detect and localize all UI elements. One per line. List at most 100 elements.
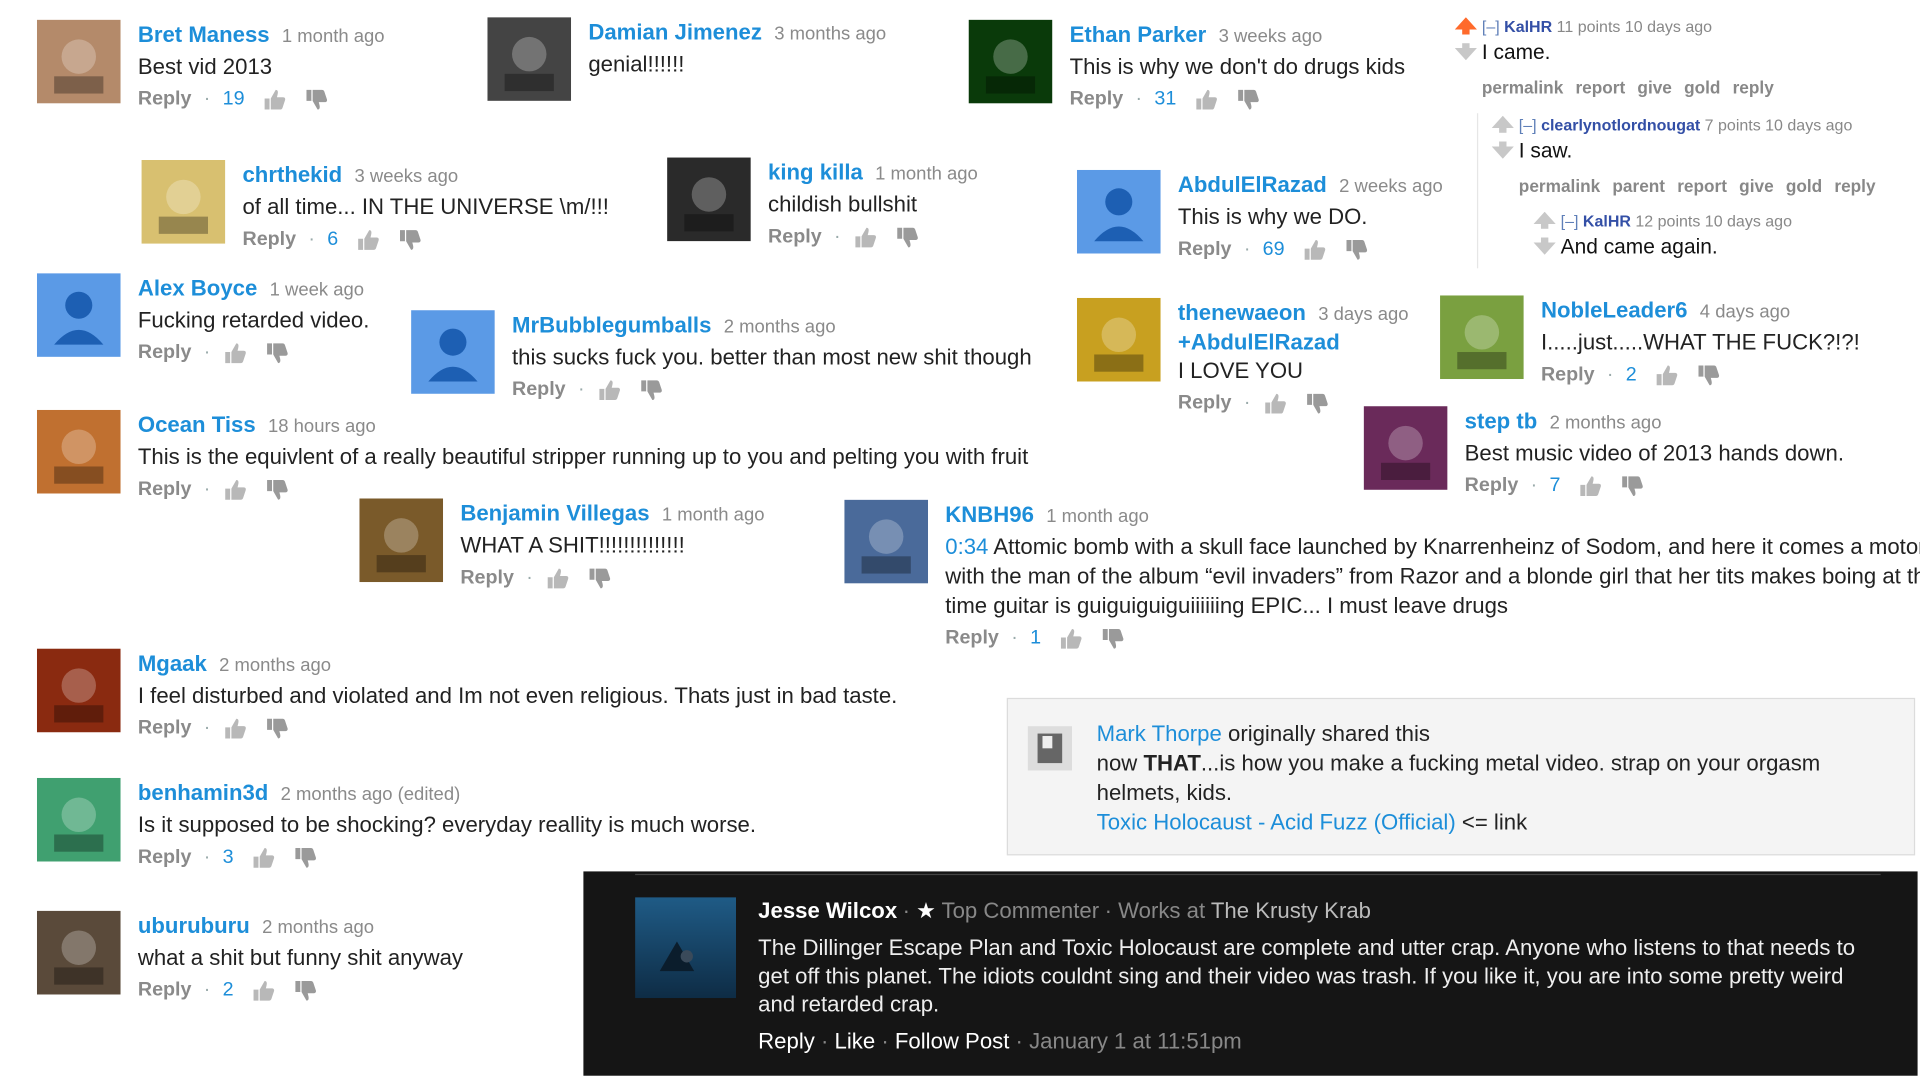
thumbs-up-icon[interactable] — [262, 89, 287, 111]
thumbs-down-icon[interactable] — [293, 980, 318, 1002]
downvote-arrow-icon[interactable] — [1491, 141, 1514, 165]
reply-button[interactable]: Reply — [945, 628, 999, 650]
timestamp[interactable]: 2 months ago — [1550, 412, 1662, 433]
timestamp[interactable]: 2 months ago — [724, 316, 836, 337]
timestamp[interactable]: 1 month ago — [875, 164, 978, 185]
avatar[interactable] — [844, 499, 929, 584]
upvote-arrow-icon[interactable] — [1491, 115, 1514, 139]
thumbs-down-icon[interactable] — [265, 479, 290, 501]
timestamp[interactable]: 3 days ago — [1318, 304, 1408, 325]
thumbs-up-icon[interactable] — [1302, 239, 1327, 261]
thumbs-up-icon[interactable] — [1194, 89, 1219, 111]
thumbs-up-icon[interactable] — [1058, 628, 1083, 650]
avatar[interactable] — [635, 897, 737, 999]
avatar[interactable] — [1076, 297, 1161, 382]
timestamp[interactable]: 3 months ago — [774, 23, 886, 44]
reply-button[interactable]: Reply — [138, 718, 192, 740]
author-name[interactable]: Bret Maness — [138, 22, 270, 47]
comment-actions[interactable]: permalink parent report give gold reply — [1519, 176, 1920, 196]
author-name[interactable]: Benjamin Villegas — [460, 501, 649, 526]
like-link[interactable]: Like — [835, 1029, 876, 1054]
employer[interactable]: The Krusty Krab — [1211, 898, 1371, 923]
thumbs-up-icon[interactable] — [251, 847, 276, 869]
author-name[interactable]: Mark Thorpe — [1097, 721, 1222, 746]
thumbs-down-icon[interactable] — [265, 342, 290, 364]
thumbs-down-icon[interactable] — [293, 847, 318, 869]
author-name[interactable]: NobleLeader6 — [1541, 298, 1688, 323]
thumbs-up-icon[interactable] — [223, 342, 248, 364]
thumbs-down-icon[interactable] — [1100, 628, 1125, 650]
reply-button[interactable]: Reply — [1178, 393, 1232, 415]
follow-post-link[interactable]: Follow Post — [895, 1029, 1010, 1054]
thumbs-up-icon[interactable] — [355, 229, 380, 251]
timestamp[interactable]: 1 week ago — [270, 279, 364, 300]
avatar[interactable] — [141, 160, 226, 244]
reply-button[interactable]: Reply — [512, 379, 566, 401]
timestamp[interactable]: 1 month ago — [1046, 506, 1149, 527]
avatar[interactable] — [1076, 169, 1161, 254]
reply-link[interactable]: Reply — [758, 1029, 815, 1054]
reply-button[interactable]: Reply — [460, 567, 514, 589]
timestamp[interactable]: 2 months ago — [219, 655, 331, 676]
author-name[interactable]: step tb — [1465, 409, 1538, 434]
thumbs-up-icon[interactable] — [597, 379, 622, 401]
avatar[interactable] — [487, 17, 572, 101]
reply-button[interactable]: Reply — [138, 980, 192, 1002]
timestamp[interactable]: 18 hours ago — [268, 416, 376, 437]
thumbs-up-icon[interactable] — [1263, 393, 1288, 415]
reply-button[interactable]: Reply — [1070, 89, 1124, 111]
thumbs-down-icon[interactable] — [1620, 475, 1645, 497]
reply-button[interactable]: Reply — [1465, 475, 1519, 497]
author-name[interactable]: Damian Jimenez — [588, 20, 762, 45]
reply-button[interactable]: Reply — [138, 847, 192, 869]
avatar[interactable] — [36, 273, 121, 357]
downvote-arrow-icon[interactable] — [1533, 237, 1556, 261]
upvote-arrow-icon[interactable] — [1454, 17, 1477, 40]
thumbs-up-icon[interactable] — [545, 567, 570, 589]
thumbs-down-icon[interactable] — [1305, 393, 1330, 415]
thumbs-up-icon[interactable] — [223, 479, 248, 501]
avatar[interactable] — [36, 19, 121, 104]
author-name[interactable]: MrBubblegumballs — [512, 313, 711, 338]
avatar[interactable] — [36, 409, 121, 494]
reply-button[interactable]: Reply — [242, 229, 296, 251]
author-name[interactable]: thenewaeon — [1178, 300, 1306, 325]
timestamp[interactable]: 2 weeks ago — [1339, 176, 1443, 197]
author-name[interactable]: Alex Boyce — [138, 276, 257, 301]
collapse-toggle[interactable]: [–] — [1482, 17, 1500, 35]
author-name[interactable]: Ethan Parker — [1070, 22, 1207, 47]
avatar[interactable] — [36, 777, 121, 862]
author-name[interactable]: Ocean Tiss — [138, 412, 256, 437]
comment-actions[interactable]: permalink report give gold reply — [1482, 78, 1898, 98]
author-name[interactable]: uburuburu — [138, 913, 250, 938]
reply-button[interactable]: Reply — [1178, 239, 1232, 261]
thumbs-up-icon[interactable] — [251, 980, 276, 1002]
reply-button[interactable]: Reply — [138, 89, 192, 111]
avatar[interactable] — [411, 310, 495, 394]
video-link[interactable]: Toxic Holocaust - Acid Fuzz (Official) — [1097, 810, 1456, 835]
thumbs-down-icon[interactable] — [587, 567, 612, 589]
thumbs-down-icon[interactable] — [265, 718, 290, 740]
author-name[interactable]: chrthekid — [242, 162, 342, 187]
timestamp[interactable]: January 1 at 11:51pm — [1029, 1029, 1242, 1054]
thumbs-down-icon[interactable] — [895, 226, 920, 248]
thumbs-down-icon[interactable] — [1235, 89, 1260, 111]
author-name[interactable]: AbdulElRazad — [1178, 172, 1327, 197]
username-link[interactable]: clearlynotlordnougat — [1541, 116, 1700, 134]
reply-button[interactable]: Reply — [138, 479, 192, 501]
avatar[interactable] — [1440, 295, 1524, 380]
username-link[interactable]: KalHR — [1583, 212, 1631, 230]
thumbs-up-icon[interactable] — [1654, 364, 1679, 386]
upvote-arrow-icon[interactable] — [1533, 211, 1556, 235]
thumbs-up-icon[interactable] — [853, 226, 878, 248]
thumbs-down-icon[interactable] — [304, 89, 329, 111]
downvote-arrow-icon[interactable] — [1454, 43, 1477, 66]
collapse-toggle[interactable]: [–] — [1519, 116, 1537, 134]
timestamp[interactable]: 3 weeks ago — [355, 166, 459, 187]
timestamp[interactable]: 3 weeks ago — [1219, 26, 1323, 47]
author-name[interactable]: KNBH96 — [945, 502, 1034, 527]
reply-button[interactable]: Reply — [1541, 364, 1595, 386]
thumbs-down-icon[interactable] — [639, 379, 664, 401]
thumbs-down-icon[interactable] — [397, 229, 422, 251]
timestamp[interactable]: 2 months ago — [262, 917, 374, 938]
